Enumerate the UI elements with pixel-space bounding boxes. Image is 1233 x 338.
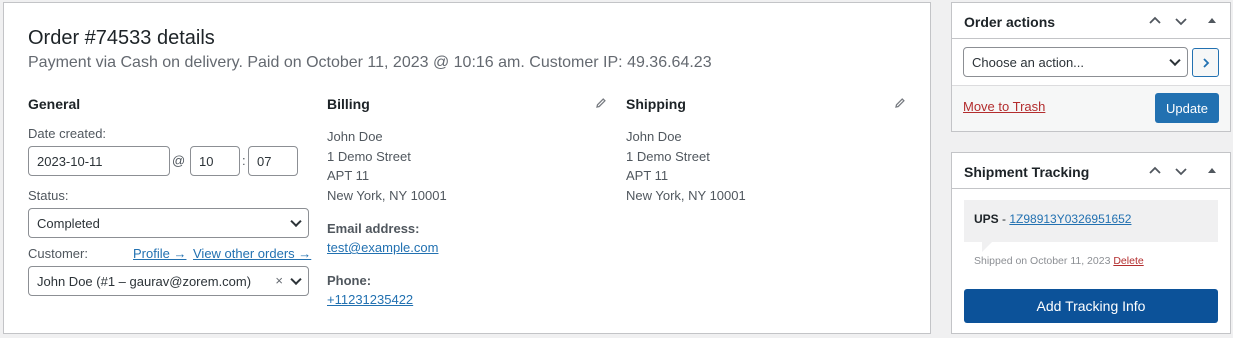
tracking-bubble-tail xyxy=(982,242,992,252)
chevron-down-icon[interactable] xyxy=(1173,163,1189,179)
shipping-heading: Shipping xyxy=(626,96,686,112)
date-created-label: Date created: xyxy=(28,126,107,141)
order-actions-box: Order actions Choose an action... Move t… xyxy=(951,2,1231,132)
update-button[interactable]: Update xyxy=(1155,93,1219,123)
chevron-down-icon xyxy=(290,215,302,228)
phone-label: Phone: xyxy=(327,273,372,288)
shipping-address-line: APT 11 xyxy=(626,168,669,183)
order-actions-title: Order actions xyxy=(964,14,1056,30)
customer-label: Customer: xyxy=(28,246,88,261)
customer-select[interactable]: John Doe (#1 – gaurav@zorem.com) × xyxy=(28,266,309,296)
shipping-address-line: 1 Demo Street xyxy=(626,148,710,164)
hour-input[interactable]: 10 xyxy=(190,146,240,176)
shipment-tracking-box: Shipment Tracking UPS - 1Z98913Y03269516… xyxy=(951,152,1231,334)
general-heading: General xyxy=(28,96,81,112)
billing-address-line: John Doe xyxy=(327,129,383,144)
order-actions-header: Order actions xyxy=(952,3,1230,39)
order-action-value: Choose an action... xyxy=(972,54,1085,70)
time-colon: : xyxy=(242,153,246,168)
chevron-up-icon[interactable] xyxy=(1147,13,1163,29)
shipped-date-text: Shipped on October 11, 2023 xyxy=(974,255,1111,267)
chevron-down-icon xyxy=(290,273,302,286)
at-separator: @ xyxy=(172,153,186,168)
minute-input[interactable]: 07 xyxy=(248,146,298,176)
shipment-tracking-header: Shipment Tracking xyxy=(952,153,1230,189)
phone-link[interactable]: +11231235422 xyxy=(327,292,413,307)
customer-value: John Doe (#1 – gaurav@zorem.com) xyxy=(37,273,252,289)
clear-selection-icon[interactable]: × xyxy=(275,273,283,288)
billing-address-line: APT 11 xyxy=(327,168,370,183)
email-link[interactable]: test@example.com xyxy=(327,240,438,255)
shipping-address-line: John Doe xyxy=(626,129,682,144)
shipping-address: John Doe 1 Demo Street APT 11 New York, … xyxy=(626,127,746,205)
order-data-panel: Order #74533 details Payment via Cash on… xyxy=(3,2,931,334)
chevron-down-icon xyxy=(1169,54,1181,67)
billing-address-line: New York, NY 10001 xyxy=(327,187,447,203)
billing-heading: Billing xyxy=(327,96,370,112)
tracking-item: UPS - 1Z98913Y0326951652 xyxy=(964,200,1218,242)
shipping-address-line: New York, NY 10001 xyxy=(626,187,746,203)
carrier-separator: - xyxy=(998,212,1010,226)
triangle-up-icon[interactable] xyxy=(1204,163,1220,179)
shipment-tracking-title: Shipment Tracking xyxy=(964,164,1090,180)
pencil-icon[interactable] xyxy=(894,97,906,109)
status-value: Completed xyxy=(37,215,100,231)
email-label: Email address: xyxy=(327,221,420,236)
chevron-right-icon xyxy=(1203,58,1210,68)
status-select[interactable]: Completed xyxy=(28,208,309,238)
order-action-select[interactable]: Choose an action... xyxy=(963,47,1188,77)
billing-address: John Doe 1 Demo Street APT 11 New York, … xyxy=(327,127,447,205)
tracking-line: UPS - 1Z98913Y0326951652 xyxy=(974,212,1131,226)
billing-address-line: 1 Demo Street xyxy=(327,148,411,164)
chevron-up-icon[interactable] xyxy=(1147,163,1163,179)
carrier-name: UPS xyxy=(974,212,999,226)
shipped-line: Shipped on October 11, 2023 Delete xyxy=(974,255,1144,267)
add-tracking-info-button[interactable]: Add Tracking Info xyxy=(964,289,1218,323)
profile-link[interactable]: Profile → xyxy=(133,246,186,261)
order-title: Order #74533 details xyxy=(28,27,215,49)
view-other-orders-link[interactable]: View other orders → xyxy=(193,246,311,261)
status-label: Status: xyxy=(28,188,69,203)
move-to-trash-link[interactable]: Move to Trash xyxy=(963,99,1045,114)
date-created-input[interactable]: 2023-10-11 xyxy=(28,146,170,176)
apply-action-button[interactable] xyxy=(1192,48,1219,77)
order-subtitle: Payment via Cash on delivery. Paid on Oc… xyxy=(28,54,712,71)
pencil-icon[interactable] xyxy=(595,97,607,109)
triangle-up-icon[interactable] xyxy=(1204,13,1220,29)
delete-tracking-link[interactable]: Delete xyxy=(1113,255,1143,267)
chevron-down-icon[interactable] xyxy=(1173,13,1189,29)
tracking-number-link[interactable]: 1Z98913Y0326951652 xyxy=(1009,212,1131,226)
